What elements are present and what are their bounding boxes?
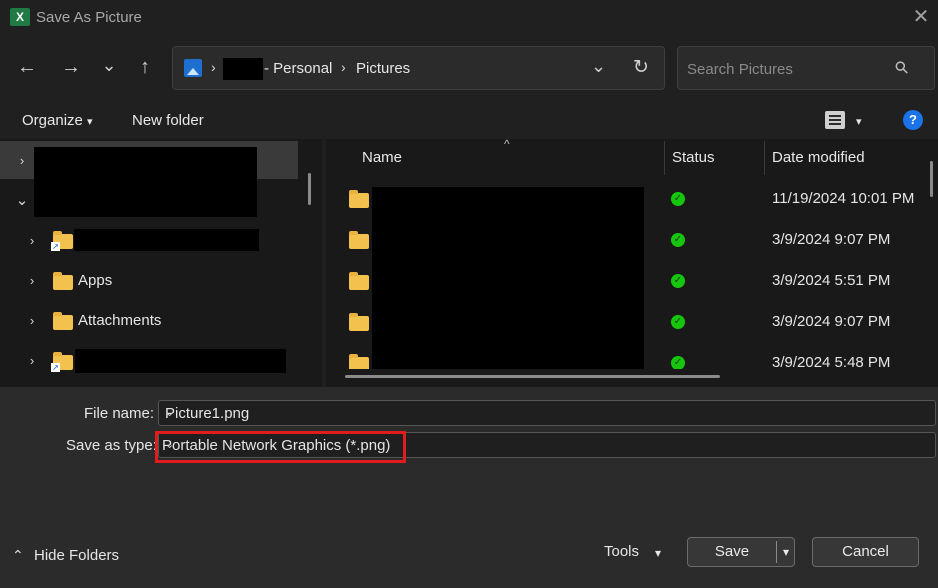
tree-item-apps[interactable]: › Apps: [0, 263, 300, 299]
close-icon[interactable]: ✕: [909, 6, 933, 30]
search-icon[interactable]: ⚲: [891, 57, 914, 80]
folder-shortcut-icon: ↗: [51, 352, 73, 372]
pictures-location-icon: [184, 59, 202, 77]
file-row[interactable]: ✓ 3/9/2024 9:07 PM: [326, 226, 926, 262]
save-options-caret-icon[interactable]: ▾: [778, 538, 794, 566]
file-list[interactable]: ^ Name Status Date modified ✓ 11/19/2024…: [326, 137, 938, 387]
folder-icon: [349, 354, 369, 369]
column-divider[interactable]: [664, 141, 665, 175]
title-bar: X Save As Picture ✕: [0, 0, 938, 36]
redacted-username: [223, 58, 263, 80]
file-date: 3/9/2024 5:48 PM: [772, 354, 891, 369]
back-arrow-icon[interactable]: ←: [14, 56, 40, 80]
status-synced-icon: ✓: [671, 356, 685, 369]
file-name-label: File name:: [84, 405, 155, 422]
folder-icon: [349, 313, 369, 331]
column-header-status[interactable]: Status: [672, 149, 715, 166]
cancel-button[interactable]: Cancel: [812, 537, 919, 567]
column-header-name[interactable]: Name: [362, 149, 402, 166]
file-name-input[interactable]: Picture1.png ⌄: [158, 400, 936, 426]
folder-icon: [349, 231, 369, 249]
organize-button[interactable]: Organize: [22, 112, 83, 129]
folder-shortcut-icon: ↗: [51, 231, 73, 251]
folder-icon: [53, 312, 73, 330]
status-synced-icon: ✓: [671, 315, 685, 329]
status-synced-icon: ✓: [671, 233, 685, 247]
tools-button[interactable]: Tools: [604, 543, 639, 560]
up-arrow-icon[interactable]: ↑: [132, 56, 158, 80]
expand-chevron-icon[interactable]: ›: [24, 273, 40, 289]
save-type-label: Save as type:: [66, 437, 157, 454]
save-type-annotation-highlight: [155, 431, 406, 463]
new-folder-button[interactable]: New folder: [132, 112, 204, 129]
hide-folders-chevron-icon[interactable]: ⌃: [12, 547, 24, 564]
file-name-dropdown-icon[interactable]: ⌄: [165, 406, 929, 419]
file-date: 11/19/2024 10:01 PM: [772, 190, 915, 207]
tree-item[interactable]: › ↗: [0, 223, 300, 259]
redacted-tree-labels: [34, 147, 257, 217]
search-box[interactable]: Search Pictures ⚲: [677, 46, 935, 90]
excel-app-icon: X: [10, 8, 30, 26]
recent-locations-chevron-icon[interactable]: ⌄: [96, 54, 122, 78]
tree-item-attachments[interactable]: › Attachments: [0, 303, 300, 339]
breadcrumb-separator: ›: [211, 59, 216, 75]
folder-icon: [349, 272, 369, 290]
expand-chevron-icon[interactable]: ›: [24, 313, 40, 329]
view-options-icon[interactable]: [825, 111, 845, 129]
save-button-label[interactable]: Save: [688, 538, 776, 566]
file-row[interactable]: ✓ 11/19/2024 10:01 PM: [326, 185, 926, 221]
file-date: 3/9/2024 9:07 PM: [772, 231, 891, 248]
navigation-bar: ← → ⌄ ↑ › - Personal › Pictures ⌄ ↻ Sear…: [0, 36, 938, 100]
split-divider: [776, 541, 777, 563]
sort-ascending-icon: ^: [504, 137, 510, 151]
tree-item-label: Attachments: [78, 312, 162, 329]
search-placeholder[interactable]: Search Pictures: [687, 61, 793, 78]
save-form: File name: Picture1.png ⌄ Save as type: …: [0, 387, 938, 588]
navigation-pane[interactable]: › ⌄ › ↗ › Apps › Attachments › ↗: [0, 139, 322, 387]
column-header-date-modified[interactable]: Date modified: [772, 149, 865, 166]
file-row[interactable]: ✓ 3/9/2024 5:48 PM: [326, 349, 926, 369]
breadcrumb-personal[interactable]: - Personal: [264, 60, 332, 77]
file-list-horizontal-scrollbar[interactable]: [345, 375, 720, 378]
file-row[interactable]: ✓ 3/9/2024 5:51 PM: [326, 267, 926, 303]
expand-chevron-icon[interactable]: ›: [24, 353, 40, 369]
expand-chevron-icon[interactable]: ›: [24, 233, 40, 249]
breadcrumb-separator: ›: [341, 59, 346, 75]
hide-folders-button[interactable]: Hide Folders: [34, 547, 119, 564]
redacted-folder-name: [75, 349, 286, 373]
file-date: 3/9/2024 9:07 PM: [772, 313, 891, 330]
folder-icon: [53, 272, 73, 290]
tools-caret-icon[interactable]: ▾: [655, 546, 661, 560]
tree-item[interactable]: › ↗: [0, 343, 300, 379]
column-divider[interactable]: [764, 141, 765, 175]
breadcrumb-pictures[interactable]: Pictures: [356, 60, 410, 77]
address-bar[interactable]: › - Personal › Pictures ⌄ ↻: [172, 46, 665, 90]
organize-caret-icon[interactable]: ▾: [87, 115, 93, 128]
address-dropdown-icon[interactable]: ⌄: [591, 56, 606, 77]
folder-icon: [349, 190, 369, 208]
help-icon[interactable]: ?: [903, 110, 923, 130]
collapse-chevron-icon[interactable]: ⌄: [14, 193, 30, 209]
redacted-folder-name: [74, 229, 259, 251]
window-title: Save As Picture: [36, 9, 142, 26]
file-date: 3/9/2024 5:51 PM: [772, 272, 891, 289]
expand-chevron-icon[interactable]: ›: [14, 153, 30, 169]
view-caret-icon[interactable]: ▾: [856, 115, 862, 128]
status-synced-icon: ✓: [671, 274, 685, 288]
refresh-icon[interactable]: ↻: [633, 56, 649, 79]
forward-arrow-icon[interactable]: →: [58, 56, 84, 80]
file-row[interactable]: ✓ 3/9/2024 9:07 PM: [326, 308, 926, 344]
file-list-vertical-scrollbar[interactable]: [930, 161, 933, 197]
tree-item-label: Apps: [78, 272, 113, 289]
command-bar: Organize ▾ New folder ▾ ?: [0, 100, 938, 139]
tree-scrollbar[interactable]: [308, 173, 311, 205]
status-synced-icon: ✓: [671, 192, 685, 206]
save-button[interactable]: Save ▾: [687, 537, 795, 567]
